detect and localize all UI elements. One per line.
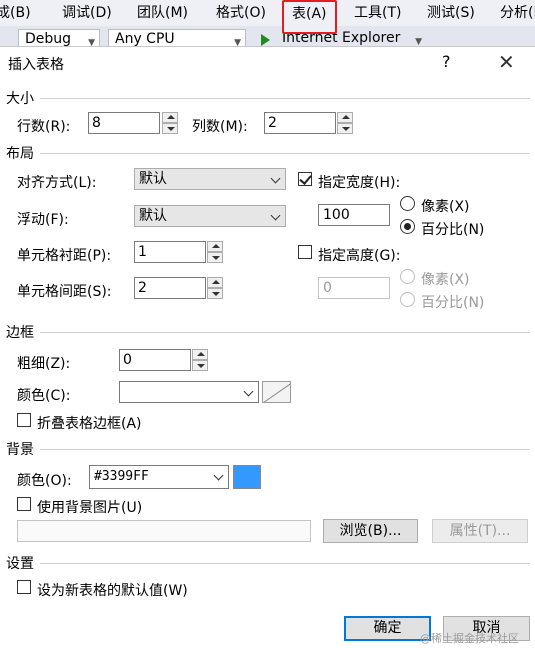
- dialog-title: 插入表格: [8, 57, 64, 73]
- divider: [40, 332, 530, 333]
- height-px-label: 像素(X): [421, 272, 470, 288]
- config-combo[interactable]: Debug ▼: [18, 29, 100, 46]
- chevron-down-icon: [213, 470, 224, 481]
- use-bg-image-label: 使用背景图片(U): [37, 500, 143, 516]
- stepper-up-icon[interactable]: [192, 349, 208, 360]
- height-pct-label: 百分比(N): [421, 295, 485, 311]
- rows-stepper[interactable]: [162, 112, 178, 134]
- float-select[interactable]: 默认: [134, 205, 286, 227]
- spacing-label: 单元格间距(S):: [17, 284, 112, 300]
- properties-button[interactable]: 属性(T)...: [432, 519, 528, 543]
- divider: [40, 153, 530, 154]
- stepper-up-icon[interactable]: [207, 277, 223, 288]
- menu-bar: 成(B) 调试(D) 团队(M) 格式(O) 表(A) 工具(T) 测试(S) …: [0, 0, 535, 34]
- stepper-down-icon[interactable]: [337, 123, 353, 134]
- cols-stepper[interactable]: [337, 112, 353, 134]
- ok-button[interactable]: 确定: [344, 616, 431, 641]
- width-check-label: 指定宽度(H):: [318, 175, 401, 191]
- menu-team[interactable]: 团队(M): [137, 3, 188, 23]
- menu-tools[interactable]: 工具(T): [354, 3, 401, 23]
- stepper-up-icon[interactable]: [162, 112, 178, 123]
- spacing-input[interactable]: 2: [134, 277, 206, 299]
- stepper-up-icon[interactable]: [207, 241, 223, 252]
- stepper-down-icon[interactable]: [207, 252, 223, 263]
- section-size: 大小: [6, 91, 34, 107]
- use-bg-image-checkbox[interactable]: [17, 497, 31, 511]
- border-color-preview: [262, 381, 291, 403]
- bg-color-swatch: [233, 465, 261, 489]
- width-checkbox[interactable]: [298, 172, 312, 186]
- cols-label: 列数(M):: [192, 119, 248, 135]
- height-check-label: 指定高度(G):: [318, 248, 401, 264]
- width-px-label: 像素(X): [421, 199, 470, 215]
- menu-build[interactable]: 成(B): [0, 3, 31, 23]
- chevron-down-icon: ▼: [88, 38, 95, 46]
- set-default-label: 设为新表格的默认值(W): [37, 583, 188, 599]
- section-settings: 设置: [6, 556, 34, 572]
- menu-test[interactable]: 测试(S): [427, 3, 475, 23]
- padding-stepper[interactable]: [207, 241, 223, 263]
- chevron-down-icon: [270, 210, 281, 221]
- chevron-down-icon: ▼: [234, 38, 241, 46]
- section-background: 背景: [6, 442, 34, 458]
- stepper-up-icon[interactable]: [337, 112, 353, 123]
- border-size-stepper[interactable]: [192, 349, 208, 371]
- set-default-checkbox[interactable]: [17, 580, 31, 594]
- divider: [40, 449, 530, 450]
- section-border: 边框: [6, 325, 34, 341]
- platform-value: Any CPU: [115, 31, 175, 46]
- border-size-input[interactable]: 0: [119, 349, 191, 371]
- stepper-down-icon[interactable]: [192, 360, 208, 371]
- collapse-border-label: 折叠表格边框(A): [37, 416, 142, 432]
- stepper-down-icon[interactable]: [162, 123, 178, 134]
- bg-color-label: 颜色(O):: [17, 473, 72, 489]
- border-color-label: 颜色(C):: [17, 388, 71, 404]
- config-value: Debug: [25, 31, 72, 46]
- browse-button[interactable]: 浏览(B)...: [323, 519, 418, 543]
- chevron-down-icon: ▼: [415, 37, 422, 46]
- rows-label: 行数(R):: [17, 119, 71, 135]
- align-value: 默认: [139, 171, 167, 187]
- height-checkbox[interactable]: [298, 245, 312, 259]
- float-value: 默认: [139, 208, 167, 224]
- bg-image-path-input[interactable]: [17, 520, 311, 542]
- align-select[interactable]: 默认: [134, 168, 286, 190]
- align-label: 对齐方式(L):: [17, 175, 97, 191]
- stepper-down-icon[interactable]: [207, 288, 223, 299]
- bg-color-value: #3399FF: [94, 469, 149, 484]
- width-input[interactable]: 100: [318, 204, 390, 226]
- width-pct-radio[interactable]: [400, 219, 415, 234]
- divider: [40, 98, 530, 99]
- height-px-radio[interactable]: [400, 269, 415, 284]
- menu-debug[interactable]: 调试(D): [62, 3, 112, 23]
- border-size-label: 粗细(Z):: [17, 356, 71, 372]
- width-pct-label: 百分比(N): [421, 222, 485, 238]
- height-input[interactable]: 0: [318, 277, 390, 299]
- float-label: 浮动(F):: [17, 212, 69, 228]
- padding-label: 单元格衬距(P):: [17, 248, 112, 264]
- collapse-border-checkbox[interactable]: [17, 413, 31, 427]
- menu-table[interactable]: 表(A): [282, 0, 337, 34]
- rows-input[interactable]: 8: [88, 112, 160, 134]
- width-px-radio[interactable]: [400, 196, 415, 211]
- bg-color-select[interactable]: #3399FF: [89, 465, 229, 489]
- toolbar: Debug ▼ Any CPU ▼ Internet Explorer ▼: [0, 26, 535, 46]
- cols-input[interactable]: 2: [264, 112, 336, 134]
- section-layout: 布局: [6, 146, 34, 162]
- padding-input[interactable]: 1: [134, 241, 206, 263]
- divider: [40, 563, 530, 564]
- height-pct-radio[interactable]: [400, 292, 415, 307]
- menu-analyze[interactable]: 分析(N: [500, 3, 535, 23]
- watermark: @稀土掘金技术社区: [420, 632, 519, 645]
- close-icon[interactable]: ✕: [498, 50, 515, 74]
- play-icon[interactable]: [261, 34, 270, 46]
- chevron-down-icon: [270, 173, 281, 184]
- chevron-down-icon: [243, 386, 254, 397]
- insert-table-dialog: [0, 46, 535, 648]
- spacing-stepper[interactable]: [207, 277, 223, 299]
- help-icon[interactable]: ?: [442, 52, 451, 71]
- menu-format[interactable]: 格式(O): [216, 3, 266, 23]
- border-color-select[interactable]: [119, 381, 259, 403]
- platform-combo[interactable]: Any CPU ▼: [108, 29, 246, 46]
